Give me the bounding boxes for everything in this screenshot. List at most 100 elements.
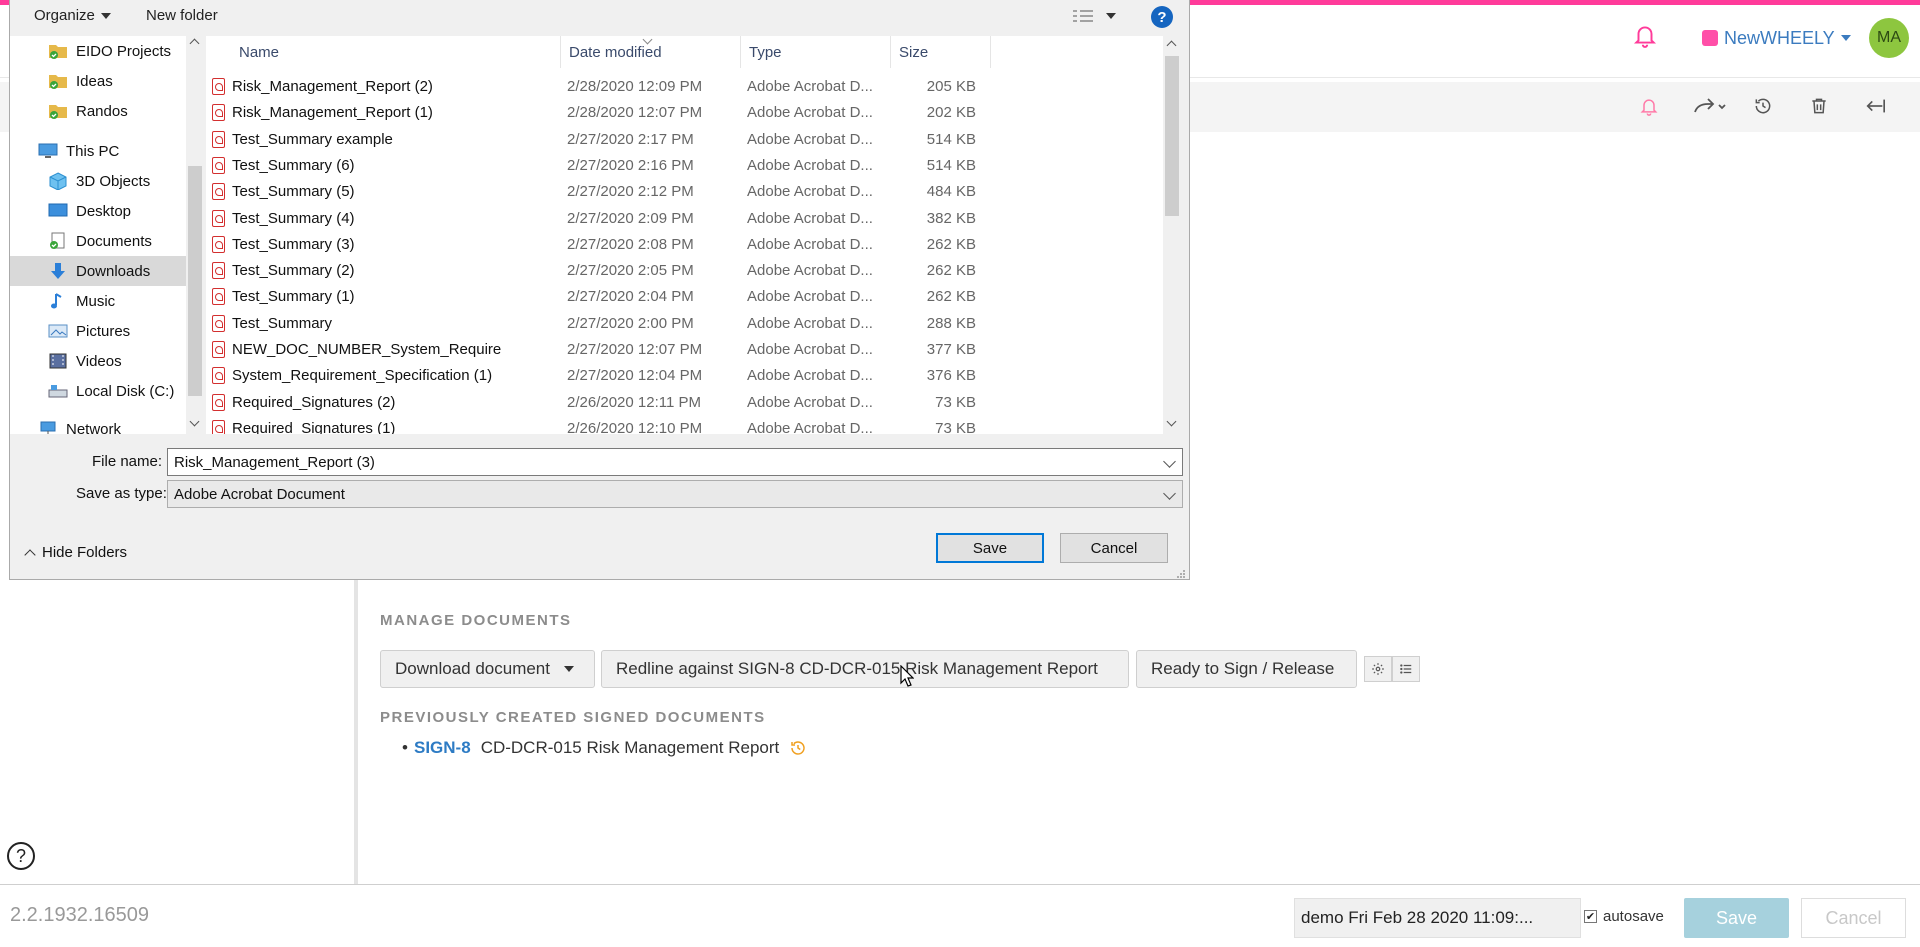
watch-bell-icon[interactable] [1634,92,1664,120]
nav-scrollbar[interactable] [186,36,204,434]
project-switcher[interactable]: NewWHEELY [1702,27,1851,49]
save-as-type-select[interactable]: Adobe Acrobat Document [167,480,1183,508]
pdf-file-icon [212,393,225,411]
scroll-up-icon[interactable] [189,38,200,49]
nav-item-local-disk[interactable]: Local Disk (C:) [10,376,186,406]
file-row[interactable]: Test_Summary (2) 2/27/2020 2:05 PM Adobe A… [206,258,986,284]
file-name: Risk_Management_Report (1) [232,104,433,122]
file-row[interactable]: System_Requirement_Specification (1) 2/27… [206,363,986,389]
nav-item-label: Randos [76,102,128,120]
pdf-file-icon [212,104,225,122]
file-name: Test_Summary (6) [232,156,355,174]
film-icon [48,352,68,370]
file-row[interactable]: Test_Summary (1) 2/27/2020 2:04 PM Adobe A… [206,284,986,310]
file-row[interactable]: Test_Summary (6) 2/27/2020 2:16 PM Adobe A… [206,153,986,179]
file-row[interactable]: Test_Summary 2/27/2020 2:00 PM Adobe Acrob… [206,311,986,337]
nav-item-network[interactable]: Network [10,414,186,434]
nav-item-3d-objects[interactable]: 3D Objects [10,166,186,196]
file-size: 377 KB [926,341,976,358]
file-row[interactable]: Test_Summary (4) 2/27/2020 2:09 PM Adobe A… [206,206,986,232]
notifications-bell-icon[interactable] [1632,22,1658,48]
nav-item-videos[interactable]: Videos [10,346,186,376]
file-type: Adobe Acrobat D... [747,130,873,148]
hide-folders-toggle[interactable]: Hide Folders [24,544,127,561]
history-icon[interactable] [1748,92,1778,120]
file-row[interactable]: Test_Summary example 2/27/2020 2:17 PM Ado… [206,127,986,153]
nav-item-label: Music [76,292,116,310]
signed-document-link[interactable]: SIGN-8 [414,738,471,758]
documents-icon [48,232,68,250]
user-avatar[interactable]: MA [1869,18,1909,58]
signed-document-item: SIGN-8 CD-DCR-015 Risk Management Report [414,738,807,758]
file-size: 262 KB [926,235,976,253]
file-type: Adobe Acrobat D... [747,104,873,122]
nav-item-ideas[interactable]: Ideas [10,66,186,96]
pdf-file-icon [212,156,225,174]
trash-icon[interactable] [1804,92,1834,120]
share-icon[interactable] [1688,92,1732,120]
column-header-size[interactable]: Size [891,36,991,68]
chevron-down-icon[interactable] [1163,455,1176,468]
redline-button[interactable]: Redline against SIGN-8 CD-DCR-015 Risk M… [601,650,1129,688]
save-as-dialog: Organize New folder ? EIDO Projects Idea… [9,0,1190,580]
file-list-scrollbar[interactable] [1163,36,1181,434]
column-header-type[interactable]: Type [741,36,891,68]
chevron-down-icon [563,666,574,672]
file-type: Adobe Acrobat D... [747,156,873,174]
file-row[interactable]: NEW_DOC_NUMBER_System_Requireme... 2/27/2… [206,337,986,363]
file-list-scroll-thumb[interactable] [1165,56,1179,216]
nav-item-documents[interactable]: Documents [10,226,186,256]
history-icon[interactable] [789,739,807,757]
file-row[interactable]: Risk_Management_Report (2) 2/28/2020 12:0… [206,74,986,100]
file-row[interactable]: Required_Signatures (2) 2/26/2020 12:11 P… [206,390,986,416]
scroll-up-icon[interactable] [1166,40,1177,51]
file-row[interactable]: Test_Summary (5) 2/27/2020 2:12 PM Adobe A… [206,179,986,205]
manage-documents-heading: MANAGE DOCUMENTS [380,612,572,629]
autosave-checkbox[interactable]: ✔ [1584,910,1597,923]
nav-item-pictures[interactable]: Pictures [10,316,186,346]
view-options-button[interactable] [1072,9,1116,23]
ready-to-sign-button[interactable]: Ready to Sign / Release [1136,650,1357,688]
nav-item-label: EIDO Projects [76,42,172,60]
help-icon[interactable]: ? [7,842,35,870]
file-date-modified: 2/28/2020 12:07 PM [567,104,703,122]
scroll-down-icon[interactable] [1166,416,1177,427]
collapse-panel-icon[interactable] [1860,92,1890,120]
file-name: Test_Summary (5) [232,183,355,201]
file-date-modified: 2/27/2020 2:00 PM [567,314,694,332]
file-row[interactable]: Test_Summary (3) 2/27/2020 2:08 PM Adobe A… [206,232,986,258]
cancel-button[interactable]: Cancel [1801,898,1906,938]
nav-item-music[interactable]: Music [10,286,186,316]
nav-item-downloads[interactable]: Downloads [10,256,186,286]
file-name: Test_Summary example [232,130,393,148]
dialog-cancel-button[interactable]: Cancel [1060,533,1168,563]
version-label: 2.2.1932.16509 [10,904,150,926]
file-name-input[interactable]: Risk_Management_Report (3) [167,448,1183,476]
download-arrow-icon [48,262,68,280]
organize-menu[interactable]: Organize [34,7,111,24]
column-header-name[interactable]: Name [231,36,561,68]
settings-gear-icon[interactable] [1364,656,1392,682]
nav-item-randos[interactable]: Randos [10,96,186,126]
new-folder-button[interactable]: New folder [146,7,218,24]
list-view-icon[interactable] [1392,656,1420,682]
nav-item-label: Downloads [76,262,151,280]
save-button[interactable]: Save [1684,898,1789,938]
file-row[interactable]: Risk_Management_Report (1) 2/28/2020 12:0… [206,100,986,126]
nav-item-desktop[interactable]: Desktop [10,196,186,226]
download-document-button[interactable]: Download document [380,650,595,688]
dialog-save-button[interactable]: Save [936,533,1044,563]
autosave-toggle[interactable]: ✔ autosave [1584,908,1664,925]
dialog-help-icon[interactable]: ? [1151,6,1173,28]
file-row[interactable]: Required_Signatures (1) 2/26/2020 12:10 P… [206,416,986,434]
resize-grip-icon[interactable] [1176,566,1186,578]
file-size: 262 KB [926,262,976,280]
pdf-file-icon [212,314,225,332]
file-type: Adobe Acrobat D... [747,419,873,434]
nav-scroll-thumb[interactable] [188,166,202,396]
nav-item-eido-projects[interactable]: EIDO Projects [10,36,186,66]
chevron-down-icon[interactable] [1163,487,1176,500]
file-date-modified: 2/27/2020 2:09 PM [567,209,694,227]
nav-item-this-pc[interactable]: This PC [10,136,186,166]
scroll-down-icon[interactable] [189,416,200,427]
